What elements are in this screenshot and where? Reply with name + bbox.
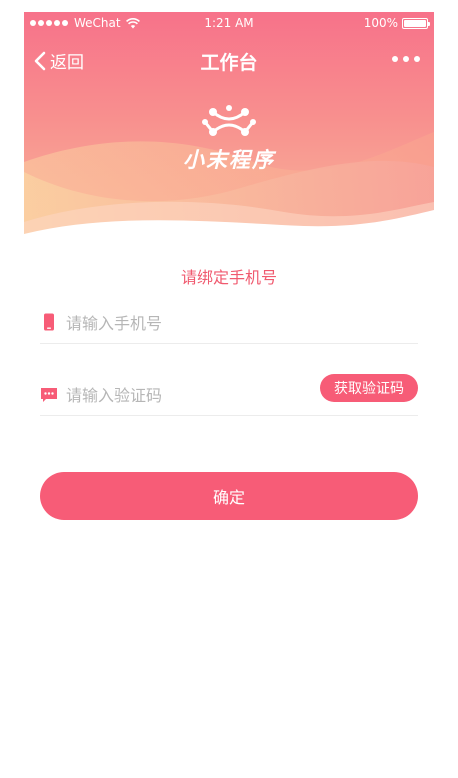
verification-code-input[interactable]: [66, 382, 316, 408]
battery-level: [404, 19, 426, 27]
confirm-button[interactable]: 确定: [40, 472, 418, 520]
header-banner: WeChat 1:21 AM 100% 返回 工作台 小末程序: [24, 12, 434, 244]
more-dot: [414, 56, 420, 62]
phone-field: [40, 308, 418, 344]
message-icon: [41, 388, 57, 402]
page-title: 工作台: [200, 52, 258, 74]
battery-icon: [402, 17, 430, 29]
molecule-logo-icon: [202, 105, 256, 136]
phone-input[interactable]: [66, 310, 316, 336]
form-title: 请绑定手机号: [180, 268, 277, 287]
phone-icon: [44, 313, 54, 331]
status-right: 100%: [363, 16, 430, 30]
app-logo: 小末程序: [24, 104, 434, 174]
more-button[interactable]: [392, 50, 420, 68]
app-screen: WeChat 1:21 AM 100% 返回 工作台 小末程序 请绑定手机号 请…: [24, 12, 434, 778]
get-code-button[interactable]: 获取验证码: [320, 374, 418, 402]
more-dot: [403, 56, 409, 62]
nav-bar: 返回 工作台: [24, 40, 434, 80]
verification-code-field: 获取验证码: [40, 374, 418, 416]
logo-text: 小末程序: [183, 148, 275, 172]
status-bar: WeChat 1:21 AM 100%: [24, 12, 434, 36]
battery-percent: 100%: [363, 16, 398, 30]
more-dot: [392, 56, 398, 62]
